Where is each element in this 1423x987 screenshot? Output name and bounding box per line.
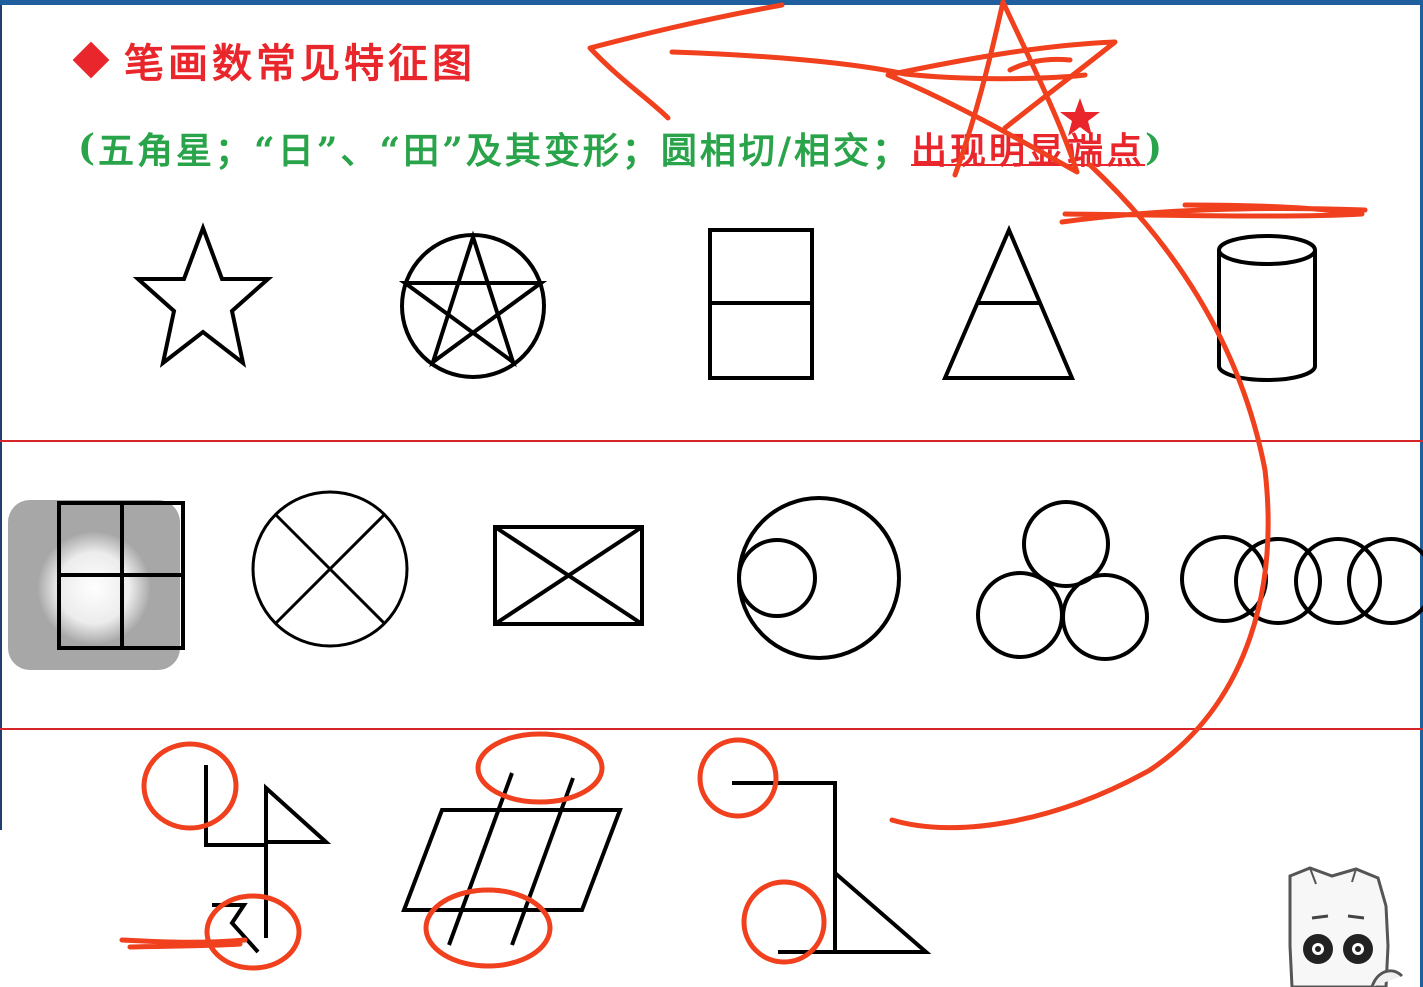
annotation-star-icon — [1060, 98, 1100, 136]
annotation-drawn-star — [885, 0, 1118, 178]
annotation-underline-scribble — [1059, 202, 1368, 225]
mascot-icon — [1288, 866, 1404, 987]
annotation-circle-1 — [141, 741, 239, 831]
annotation-circle-5 — [423, 887, 553, 969]
annotation-circle-2 — [475, 731, 605, 805]
annotation-scribble-top — [587, 2, 785, 121]
annotation-circle-6 — [741, 879, 827, 965]
annotation-layer — [119, 0, 1368, 971]
annotation-circle-4 — [204, 893, 302, 971]
annotation-big-arc — [889, 162, 1271, 831]
annotation-circle-3 — [697, 737, 779, 819]
annotation-star-tail — [1007, 56, 1073, 73]
annotation-strike-left — [119, 937, 248, 950]
